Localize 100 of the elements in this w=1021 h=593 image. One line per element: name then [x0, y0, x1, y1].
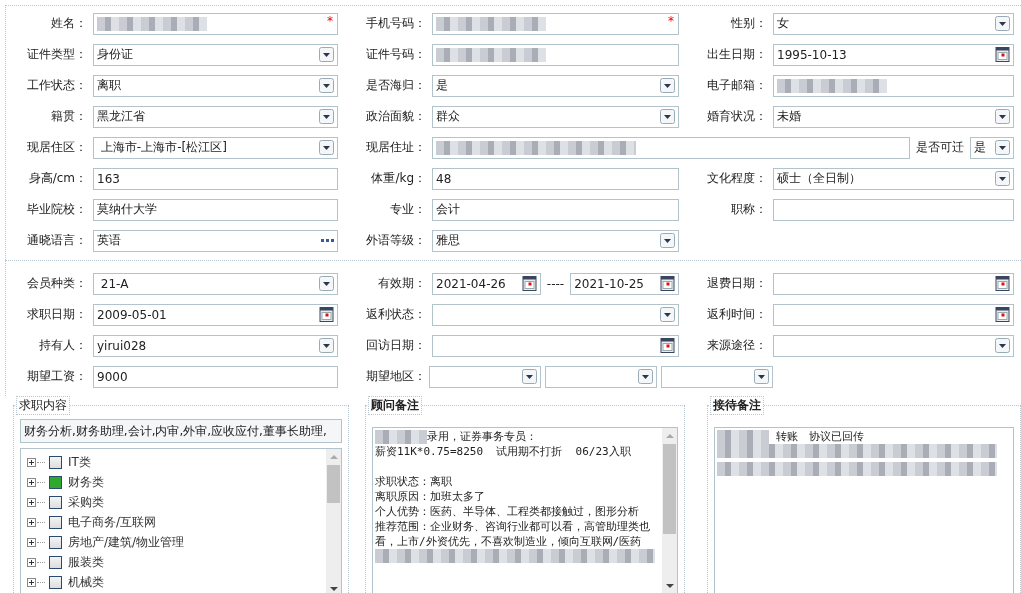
- expand-icon[interactable]: [27, 497, 36, 507]
- dropdown[interactable]: [545, 365, 657, 388]
- field-label: 姓名：: [50, 15, 88, 32]
- dropdown[interactable]: [773, 334, 1014, 357]
- field-label: 电子邮箱：: [706, 77, 768, 94]
- notes-textarea[interactable]: 转账 协议已回传: [714, 427, 1014, 593]
- dropdown[interactable]: 雅思: [432, 229, 679, 252]
- checkbox[interactable]: [49, 455, 62, 469]
- date-field[interactable]: [773, 272, 1014, 295]
- calendar-icon: [995, 276, 1010, 291]
- section-legend: 接待备注: [710, 396, 764, 415]
- scrollbar[interactable]: [662, 428, 677, 593]
- field-label: 通晓语言：: [26, 232, 88, 249]
- field-label: 回访日期：: [365, 337, 427, 354]
- date-field[interactable]: 1995-10-13: [773, 43, 1014, 66]
- text-field[interactable]: 财务分析,财务助理,会计,内审,外审,应收应付,董事长助理,: [20, 419, 342, 443]
- field-label: 期望工资：: [26, 368, 88, 385]
- dropdown[interactable]: [432, 303, 679, 326]
- checkbox[interactable]: [49, 575, 62, 589]
- category-item[interactable]: 服装类: [68, 553, 104, 571]
- dropdown[interactable]: 是: [970, 136, 1014, 159]
- field-label: 籍贯：: [50, 108, 88, 125]
- dropdown[interactable]: 未婚: [773, 105, 1014, 128]
- text-field[interactable]: 会计: [432, 198, 679, 221]
- calendar-icon: [995, 307, 1010, 322]
- dropdown[interactable]: 群众: [432, 105, 679, 128]
- category-item[interactable]: 房地产/建筑/物业管理: [68, 533, 185, 551]
- expand-icon[interactable]: [27, 577, 36, 587]
- field-label: 退费日期：: [706, 275, 768, 292]
- field-label: 现居住区：: [26, 139, 88, 156]
- scrollbar-thumb[interactable]: [663, 444, 676, 534]
- field-label: 有效期：: [377, 275, 427, 292]
- checkbox[interactable]: [49, 475, 62, 489]
- note-text: 录用，证券事务专员：: [427, 430, 537, 443]
- blurred-text: [375, 430, 427, 444]
- dropdown[interactable]: 是: [432, 74, 679, 97]
- checkbox[interactable]: [49, 495, 62, 509]
- field-label: 证件类型：: [26, 46, 88, 63]
- address-field[interactable]: [432, 136, 910, 159]
- lookup-field[interactable]: 英语: [93, 229, 338, 252]
- expand-icon[interactable]: [27, 517, 36, 527]
- text-field[interactable]: 163: [93, 167, 338, 190]
- calendar-icon: [660, 276, 675, 291]
- category-item[interactable]: 采购类: [68, 493, 104, 511]
- dropdown[interactable]: yirui028: [93, 334, 338, 357]
- date-field[interactable]: 2021-10-25: [570, 272, 679, 295]
- scrollbar[interactable]: [326, 449, 341, 593]
- note-text: 转账 协议已回传: [774, 430, 864, 443]
- checkbox[interactable]: [49, 555, 62, 569]
- section-legend: 求职内容: [16, 396, 70, 415]
- range-separator: ----: [546, 276, 565, 291]
- field-label: 手机号码：: [365, 15, 427, 32]
- dropdown[interactable]: [429, 365, 541, 388]
- expand-icon[interactable]: [27, 457, 36, 467]
- section-legend: 顾问备注: [368, 396, 422, 415]
- text-field[interactable]: 9000: [93, 365, 338, 388]
- category-item[interactable]: 机械类: [68, 573, 104, 591]
- dropdown[interactable]: 硕士（全日制）: [773, 167, 1014, 190]
- date-field[interactable]: 2021-04-26: [432, 272, 541, 295]
- field-label: 外语等级：: [365, 232, 427, 249]
- text-field[interactable]: [773, 74, 1014, 97]
- dropdown[interactable]: 女: [773, 12, 1014, 35]
- calendar-icon: [521, 276, 537, 291]
- scrollbar-thumb[interactable]: [327, 465, 340, 503]
- text-field[interactable]: 48: [432, 167, 679, 190]
- dropdown[interactable]: [661, 365, 773, 388]
- required-mark: *: [327, 14, 333, 27]
- notes-textarea[interactable]: 录用，证券事务专员： 薪资11K*0.75=8250 试用期不打折 06/23入职 求职状态：离职 离职原因：加班太多了 个人优势：医药、半导体、工程类都接触过，图形分析 推荐范围：企业财务、咨询行业都可以看，高管助理类也看，上市/外资优先，不喜欢制造业，倾向互联网/医药: [372, 427, 678, 593]
- text-field[interactable]: 莫纳什大学: [93, 198, 338, 221]
- dropdown[interactable]: 上海市-上海市-[松江区]: [93, 136, 338, 159]
- required-mark: *: [668, 14, 674, 27]
- calendar-icon: [995, 47, 1010, 62]
- field-label: 文化程度：: [706, 170, 768, 187]
- note-text: 离职原因：加班太多了: [375, 489, 486, 504]
- checkbox[interactable]: [49, 515, 62, 529]
- field-label: 是否可迁: [916, 139, 964, 156]
- dropdown[interactable]: 黑龙江省: [93, 105, 338, 128]
- text-field[interactable]: *: [93, 12, 338, 35]
- field-label: 是否海归：: [365, 77, 427, 94]
- category-item[interactable]: 财务类: [68, 473, 104, 491]
- category-item[interactable]: IT类: [68, 453, 91, 471]
- expand-icon[interactable]: [27, 557, 36, 567]
- text-field[interactable]: [432, 43, 679, 66]
- note-text: 薪资11K*0.75=8250 试用期不打折 06/23入职: [375, 444, 632, 459]
- expand-icon[interactable]: [27, 537, 36, 547]
- field-label: 出生日期：: [706, 46, 768, 63]
- category-item[interactable]: 电子商务/互联网: [68, 513, 157, 531]
- expand-icon[interactable]: [27, 477, 36, 487]
- field-label: 期望地区：: [365, 368, 427, 385]
- dropdown[interactable]: 21-A: [93, 272, 338, 295]
- text-field[interactable]: *: [432, 12, 679, 35]
- text-field[interactable]: [773, 198, 1014, 221]
- field-label: 工作状态：: [26, 77, 88, 94]
- date-field[interactable]: 2009-05-01: [93, 303, 338, 326]
- dropdown[interactable]: 离职: [93, 74, 338, 97]
- date-field[interactable]: [773, 303, 1014, 326]
- field-label: 婚育状况：: [706, 108, 768, 125]
- dropdown[interactable]: 身份证: [93, 43, 338, 66]
- checkbox[interactable]: [49, 535, 62, 549]
- date-field[interactable]: [432, 334, 679, 357]
